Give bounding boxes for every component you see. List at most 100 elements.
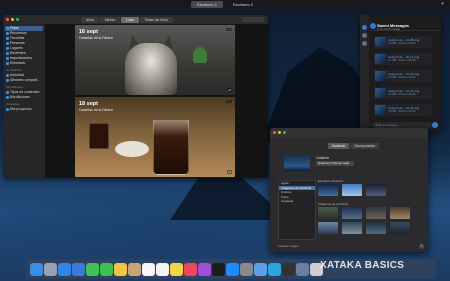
file-message[interactable]: Captura de…51.03.png 1.3 MB · Show in Fi… [374, 70, 432, 82]
close-button[interactable] [273, 131, 276, 134]
wallpaper-thumbnail[interactable] [366, 207, 386, 219]
sidebar-item-shared-albums[interactable]: Álbumes compart… [5, 78, 43, 83]
change-picture-label: Cambiar imagen: [278, 244, 300, 248]
day-card[interactable]: 18 sept Castellar de la Ribera ··· +4 [75, 97, 235, 177]
watermark: XATAKA BASICS [320, 260, 405, 271]
file-message[interactable]: Captura de…16.08.png 1.4 MB · Show in Fi… [374, 36, 432, 48]
system-preferences-icon[interactable] [240, 262, 253, 276]
wallpaper-thumbnail[interactable] [342, 222, 362, 234]
podcasts-icon[interactable] [198, 262, 211, 276]
photos-day-grid: 16 sept Castellar de la Ribera ··· +4 18… [45, 24, 268, 178]
calendar-icon[interactable] [142, 262, 155, 276]
photo-count-badge: +4 [226, 170, 232, 174]
wallpaper-thumbnail[interactable] [318, 222, 338, 234]
photos-toolbar: Años Meses Días Todas las fotos [3, 15, 268, 24]
messages-icon[interactable] [86, 262, 99, 276]
day-place: Castellar de la Ribera [79, 108, 113, 112]
more-icon[interactable]: ··· [226, 28, 232, 31]
shared-album-icon [6, 79, 9, 82]
photos-sidebar: Fotos Recuerdos Favoritas Personas Lugar… [3, 24, 45, 178]
finder-icon[interactable] [30, 262, 43, 276]
notes-icon[interactable] [170, 262, 183, 276]
trash-icon [6, 62, 9, 65]
wallpaper-thumbnail[interactable] [318, 207, 338, 219]
add-space-icon[interactable]: + [441, 1, 444, 7]
space-desktop-2[interactable]: Escritorio 2 [227, 1, 259, 8]
tab-all-photos[interactable]: Todas las fotos [139, 17, 173, 23]
avatar[interactable] [362, 25, 367, 30]
iced-coffee-photo [153, 119, 189, 175]
safari-icon[interactable] [58, 262, 71, 276]
folder-icon [6, 108, 9, 111]
images-section-label: Imágenes de escritorio [318, 202, 349, 206]
folder-icon [6, 91, 9, 94]
chat-header: Saved Messages your cloud storage [369, 22, 441, 31]
day-card[interactable]: 16 sept Castellar de la Ribera ··· +4 [75, 25, 235, 95]
tab-years[interactable]: Años [81, 17, 99, 23]
close-button[interactable] [6, 18, 9, 21]
wallpaper-thumbnail[interactable] [318, 184, 338, 196]
file-meta: 0.9 MB · Show in Finder [388, 110, 416, 113]
reminders-icon[interactable] [156, 262, 169, 276]
sidebar-item-my-projects[interactable]: Mis proyectos [5, 107, 43, 112]
day-date: 18 sept [79, 101, 98, 107]
wallpaper-thumbnail[interactable] [366, 184, 386, 196]
tab-desktop[interactable]: Escritorio [328, 143, 350, 149]
contacts-icon[interactable] [128, 262, 141, 276]
app-store-icon[interactable] [226, 262, 239, 276]
image-thumbnail[interactable] [375, 105, 386, 115]
photos-icon[interactable] [114, 262, 127, 276]
wallpaper-thumbnail[interactable] [366, 222, 386, 234]
minimize-button[interactable] [11, 18, 14, 21]
clock-icon [6, 52, 9, 55]
tab-screensaver[interactable]: Salvapantallas [350, 143, 380, 149]
minimize-button[interactable] [278, 131, 281, 134]
terminal-icon[interactable] [282, 262, 295, 276]
tab-months[interactable]: Meses [99, 17, 121, 23]
file-message[interactable]: Captura de…37.33.png 1.2 MB · Show in Fi… [374, 87, 432, 99]
zoom-button[interactable] [16, 18, 19, 21]
dynamic-mode-select[interactable]: Dinámico (Tiempo real) [316, 161, 354, 166]
heart-icon [6, 37, 9, 40]
image-thumbnail[interactable] [375, 88, 386, 98]
prefs-toolbar [270, 128, 428, 137]
preview-icon[interactable] [254, 262, 267, 276]
music-icon[interactable] [184, 262, 197, 276]
wallpaper-thumbnail[interactable] [390, 207, 410, 219]
search-input[interactable] [242, 17, 264, 22]
mail-icon[interactable] [72, 262, 85, 276]
avatar[interactable] [362, 33, 367, 38]
downloads-icon[interactable] [296, 262, 309, 276]
tv-icon[interactable] [212, 262, 225, 276]
file-message[interactable]: Captura de…20.12.png 1.1 MB · Show in Fi… [374, 53, 432, 65]
list-item[interactable]: Carpetas [279, 199, 315, 204]
image-thumbnail[interactable] [375, 71, 386, 81]
wallpaper-thumbnail[interactable] [342, 184, 362, 196]
file-meta: 1.3 MB · Show in Finder [388, 76, 416, 79]
zoom-button[interactable] [283, 131, 286, 134]
avatar[interactable] [362, 41, 367, 46]
file-message[interactable]: Captura de…12.45.png 0.9 MB · Show in Fi… [374, 104, 432, 116]
chat-subtitle: your cloud storage [377, 27, 401, 31]
spaces-bar: Escritorio 1 Escritorio 2 + [0, 0, 450, 9]
facetime-icon[interactable] [100, 262, 113, 276]
tab-days[interactable]: Días [121, 17, 139, 23]
wallpaper-name: Catalina [316, 156, 329, 160]
sidebar-item-deleted[interactable]: Eliminado [5, 61, 43, 66]
sidebar-item-my-albums[interactable]: Mis álbumes [5, 95, 43, 100]
map-pin-icon [6, 47, 9, 50]
help-icon[interactable]: ? [419, 244, 424, 249]
more-icon[interactable]: ··· [226, 100, 232, 103]
telegram-icon[interactable] [268, 262, 281, 276]
microphone-icon[interactable] [432, 122, 438, 128]
image-thumbnail[interactable] [375, 37, 386, 47]
wallpaper-thumbnail[interactable] [390, 222, 410, 234]
day-date: 16 sept [79, 29, 98, 35]
bookmark-icon [370, 23, 376, 29]
wallpaper-thumbnail[interactable] [342, 207, 362, 219]
launchpad-icon[interactable] [44, 262, 57, 276]
image-thumbnail[interactable] [375, 54, 386, 64]
sidebar-section-projects: Proyectos [6, 102, 20, 106]
space-desktop-1[interactable]: Escritorio 1 [190, 1, 223, 8]
plate-photo-detail [115, 141, 149, 157]
